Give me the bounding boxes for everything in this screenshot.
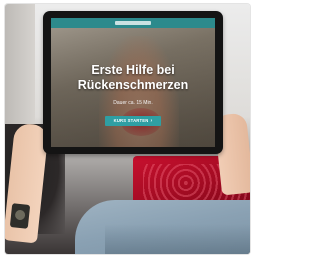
course-duration: Dauer ca. 15 Min. <box>113 100 153 106</box>
tablet-device: Erste Hilfe bei Rückenschmerzen Dauer ca… <box>43 11 223 154</box>
photo-card: Erste Hilfe bei Rückenschmerzen Dauer ca… <box>5 4 250 254</box>
tablet-screen: Erste Hilfe bei Rückenschmerzen Dauer ca… <box>51 18 215 147</box>
course-title: Erste Hilfe bei Rückenschmerzen <box>51 63 215 93</box>
wristwatch <box>9 203 31 229</box>
screen-header-bar <box>51 18 215 28</box>
start-course-button[interactable]: KURS STARTEN › <box>105 116 161 126</box>
shirt-shadow <box>105 224 250 254</box>
course-title-line2: Rückenschmerzen <box>77 78 189 92</box>
course-title-line1: Erste Hilfe bei <box>91 63 175 77</box>
header-logo <box>115 21 151 25</box>
start-course-label: KURS STARTEN <box>113 118 149 123</box>
chevron-right-icon: › <box>150 118 153 124</box>
